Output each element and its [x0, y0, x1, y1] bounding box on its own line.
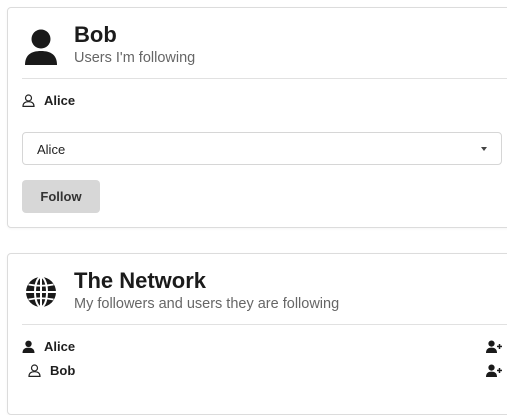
user-select-value: Alice: [37, 142, 66, 157]
profile-name: Bob: [74, 22, 117, 47]
network-title: The Network: [74, 268, 207, 293]
follow-button[interactable]: Follow: [22, 180, 100, 213]
network-row-label: Bob: [28, 363, 75, 378]
user-outline-icon: [28, 364, 41, 377]
divider: [22, 78, 507, 79]
network-row-label: Alice: [22, 339, 75, 354]
network-subtitle: My followers and users they are followin…: [74, 296, 340, 312]
network-row-name: Bob: [50, 363, 76, 378]
following-item[interactable]: Alice: [22, 93, 75, 108]
divider: [22, 324, 507, 325]
user-outline-icon: [22, 94, 35, 107]
user-plus-icon[interactable]: [486, 364, 502, 377]
user-solid-icon: [22, 340, 35, 353]
network-card: The Network My followers and users they …: [7, 253, 507, 415]
globe-icon: [26, 276, 56, 308]
network-header: The Network My followers and users they …: [24, 268, 339, 313]
profile-card: Bob Users I'm following Alice Alice Foll…: [7, 7, 507, 228]
network-row[interactable]: Alice: [22, 338, 502, 356]
profile-subtitle: Users I'm following: [74, 50, 196, 66]
user-solid-icon: [25, 29, 57, 65]
network-row-name: Alice: [44, 339, 76, 354]
following-item-name: Alice: [44, 93, 76, 108]
profile-header: Bob Users I'm following: [24, 22, 195, 67]
user-plus-icon[interactable]: [486, 340, 502, 353]
user-select[interactable]: Alice: [22, 132, 502, 165]
caret-down-icon: [481, 147, 487, 151]
network-row[interactable]: Bob: [22, 362, 502, 380]
